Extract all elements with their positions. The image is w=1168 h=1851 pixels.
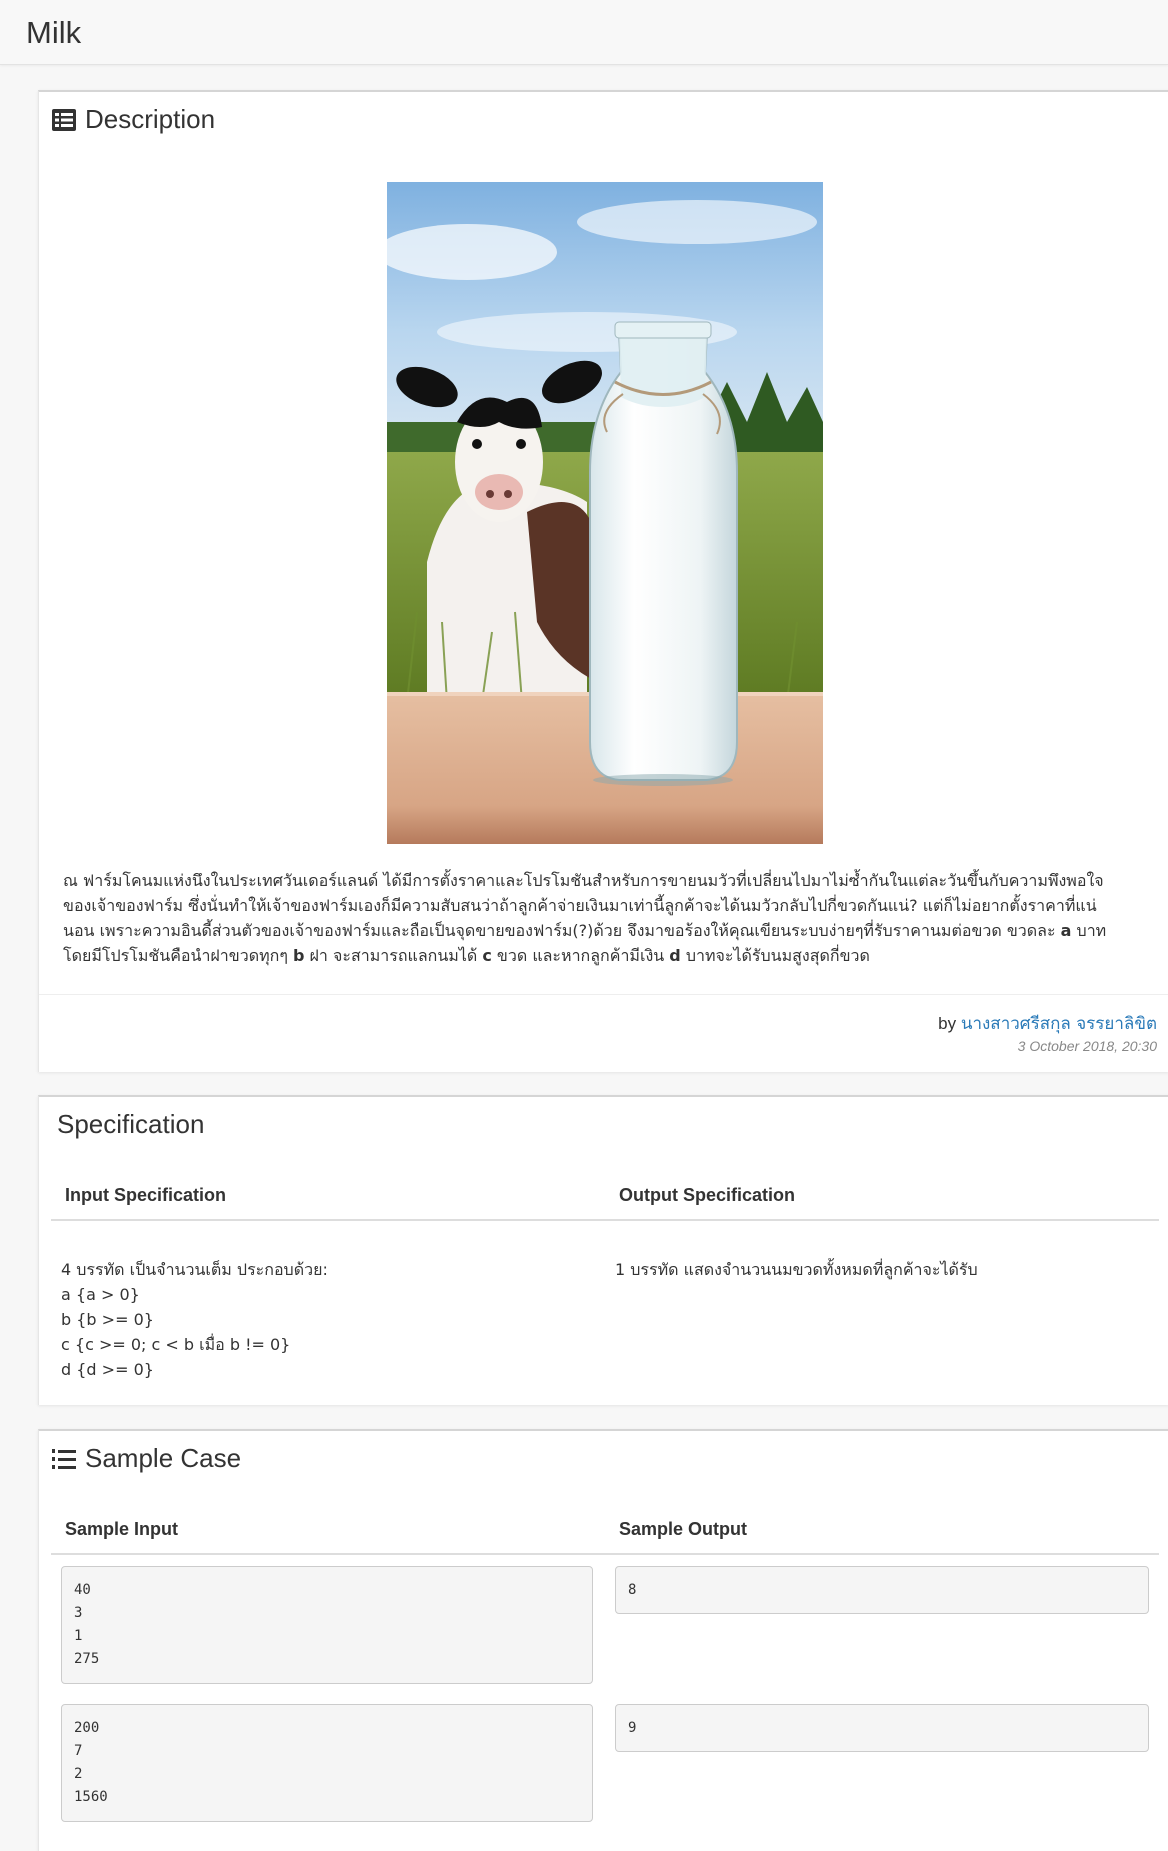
page-title: Milk <box>26 15 82 50</box>
sample-heading: Sample Case <box>51 1443 241 1474</box>
timestamp: 3 October 2018, 20:30 <box>1017 1038 1157 1054</box>
description-title: Description <box>85 104 216 134</box>
sample-output-box[interactable]: 9 <box>615 1704 1149 1752</box>
list-ol-icon <box>52 1448 76 1469</box>
specification-heading: Specification <box>57 1109 204 1140</box>
sample-title: Sample Case <box>85 1443 242 1473</box>
description-line-2: ของเจ้าของฟาร์ม ซึ่งนั่นทำให้เจ้าของฟาร์… <box>63 896 1097 915</box>
description-footer-divider <box>39 994 1168 995</box>
description-line-3: นอน เพราะความอินดี้ส่วนตัวของเจ้าของฟาร์… <box>63 921 1107 940</box>
description-line-1: ณ ฟาร์มโคนมแห่งนึงในประเทศวันเดอร์แลนด์ … <box>63 871 1104 890</box>
input-spec-text: 4 บรรทัด เป็นจำนวนเต็ม ประกอบด้วย: a {a … <box>61 1260 328 1379</box>
input-spec-header: Input Specification <box>65 1185 227 1205</box>
description-panel: Description ณ ฟาร์มโคนมแห่งนึงในประเทศวั… <box>38 90 1168 1072</box>
output-spec-header: Output Specification <box>619 1185 796 1205</box>
output-spec-text: 1 บรรทัด แสดงจำนวนนมขวดทั้งหมดที่ลูกค้าจ… <box>615 1260 978 1279</box>
sample-input-box[interactable]: 200 7 2 1560 <box>61 1704 593 1822</box>
specification-title: Specification <box>57 1109 205 1139</box>
cow-milk-photo <box>387 182 823 844</box>
sample-panel: Sample Case Sample Input Sample Output 4… <box>38 1429 1168 1851</box>
top-bar: Milk <box>0 0 1168 65</box>
sample-divider <box>51 1553 1159 1555</box>
spec-divider <box>51 1219 1159 1221</box>
description-line-4: โดยมีโปรโมชันคือนำฝาขวดทุกๆ b ฝา จะสามาร… <box>63 946 870 965</box>
sample-input-box[interactable]: 40 3 1 275 <box>61 1566 593 1684</box>
description-paragraph: ณ ฟาร์มโคนมแห่งนึงในประเทศวันเดอร์แลนด์ … <box>63 868 1153 968</box>
sample-input-header: Sample Input <box>65 1519 179 1539</box>
author-line: by นางสาวศรีสกุล จรรยาลิขิต <box>938 1014 1157 1034</box>
author-link[interactable]: นางสาวศรีสกุล จรรยาลิขิต <box>961 1014 1157 1034</box>
description-heading: Description <box>51 104 215 135</box>
list-alt-icon <box>52 108 76 131</box>
specification-panel: Specification Input Specification Output… <box>38 1095 1168 1405</box>
sample-output-header: Sample Output <box>619 1519 748 1539</box>
sample-output-box[interactable]: 8 <box>615 1566 1149 1614</box>
